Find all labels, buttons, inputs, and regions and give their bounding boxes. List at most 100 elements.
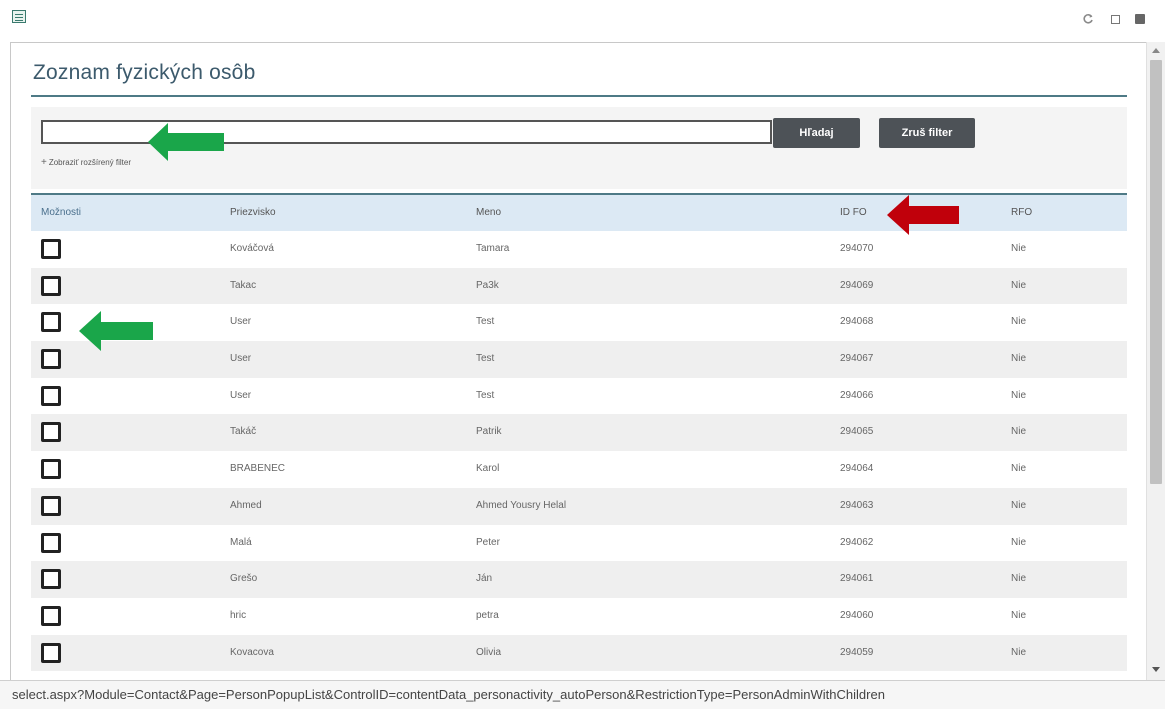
status-bar: select.aspx?Module=Contact&Page=PersonPo… bbox=[0, 680, 1165, 709]
row-checkbox[interactable] bbox=[41, 532, 61, 553]
row-checkbox[interactable] bbox=[41, 385, 61, 406]
restore-icon[interactable] bbox=[1108, 12, 1122, 26]
cell-name: Peter bbox=[476, 536, 500, 548]
green-arrow-annotation bbox=[148, 123, 224, 161]
cell-surname: Takáč bbox=[230, 426, 257, 438]
green-arrow-annotation bbox=[79, 311, 153, 351]
cell-id: 294063 bbox=[840, 499, 874, 511]
table-row[interactable]: hric petra 294060 Nie bbox=[31, 598, 1127, 635]
table-header: Možnosti Priezvisko Meno ID FO RFO bbox=[31, 195, 1127, 231]
table-body: Kováčová Tamara 294070 Nie Takac Pa3k 294069 Ni… bbox=[31, 231, 1127, 672]
table-row[interactable]: Kovacova Olivia 294059 Nie bbox=[31, 634, 1127, 672]
cell-name: Test bbox=[476, 316, 495, 328]
header-name[interactable]: Meno bbox=[476, 207, 501, 218]
cell-surname: User bbox=[230, 353, 252, 365]
page-title: Zoznam fyzických osôb bbox=[33, 61, 256, 84]
cell-name: Olivia bbox=[476, 646, 502, 658]
clear-filter-button[interactable]: Zruš filter bbox=[879, 118, 975, 148]
row-checkbox[interactable] bbox=[41, 605, 61, 626]
cell-id: 294064 bbox=[840, 463, 874, 475]
cell-id: 294069 bbox=[840, 279, 874, 291]
cell-rfo: Nie bbox=[1011, 353, 1027, 365]
cell-id: 294061 bbox=[840, 573, 874, 585]
header-surname[interactable]: Priezvisko bbox=[230, 207, 276, 218]
persons-table: Možnosti Priezvisko Meno ID FO RFO Kováč… bbox=[31, 193, 1127, 672]
cell-name: Karol bbox=[476, 463, 500, 475]
cell-surname: User bbox=[230, 316, 252, 328]
row-checkbox[interactable] bbox=[41, 459, 61, 480]
table-row[interactable]: Ahmed Ahmed Yousry Helal 294063 Nie bbox=[31, 487, 1127, 525]
cell-name: Ján bbox=[476, 573, 493, 585]
row-checkbox[interactable] bbox=[41, 642, 61, 663]
cell-name: Ahmed Yousry Helal bbox=[476, 499, 567, 511]
cell-surname: Kovacova bbox=[230, 646, 274, 658]
cell-rfo: Nie bbox=[1011, 426, 1027, 438]
scroll-up-icon[interactable] bbox=[1152, 48, 1160, 53]
cell-rfo: Nie bbox=[1011, 463, 1027, 475]
app-icon bbox=[12, 10, 26, 23]
cell-name: Test bbox=[476, 389, 495, 401]
cell-name: petra bbox=[476, 609, 499, 621]
cell-surname: Takac bbox=[230, 279, 257, 291]
red-arrow-annotation bbox=[887, 195, 959, 235]
table-row[interactable]: Takac Pa3k 294069 Nie bbox=[31, 267, 1127, 305]
extended-filter-link[interactable]: + Zobraziť rozšírený filter bbox=[41, 157, 131, 168]
cell-rfo: Nie bbox=[1011, 609, 1027, 621]
cell-name: Tamara bbox=[476, 243, 510, 254]
cell-surname: User bbox=[230, 389, 252, 401]
cell-rfo: Nie bbox=[1011, 536, 1027, 548]
row-checkbox[interactable] bbox=[41, 275, 61, 296]
window-titlebar bbox=[0, 0, 1165, 42]
cell-rfo: Nie bbox=[1011, 243, 1027, 254]
table-row[interactable]: Grešo Ján 294061 Nie bbox=[31, 561, 1127, 598]
header-options[interactable]: Možnosti bbox=[41, 207, 81, 218]
row-checkbox[interactable] bbox=[41, 422, 61, 443]
extended-filter-label: Zobraziť rozšírený filter bbox=[48, 158, 131, 167]
vertical-scrollbar[interactable] bbox=[1146, 42, 1165, 680]
search-button[interactable]: Hľadaj bbox=[773, 118, 860, 148]
cell-surname: Malá bbox=[230, 536, 252, 548]
cell-id: 294060 bbox=[840, 609, 874, 621]
row-checkbox[interactable] bbox=[41, 312, 61, 333]
scroll-down-icon[interactable] bbox=[1152, 667, 1160, 672]
table-row[interactable]: Kováčová Tamara 294070 Nie bbox=[31, 231, 1127, 268]
header-id[interactable]: ID FO bbox=[840, 207, 867, 218]
scrollbar-thumb[interactable] bbox=[1150, 60, 1162, 484]
row-checkbox[interactable] bbox=[41, 569, 61, 590]
cell-id: 294062 bbox=[840, 536, 874, 548]
cell-id: 294066 bbox=[840, 389, 874, 401]
cell-surname: Ahmed bbox=[230, 499, 262, 511]
row-checkbox[interactable] bbox=[41, 349, 61, 370]
cell-id: 294070 bbox=[840, 243, 874, 254]
cell-id: 294068 bbox=[840, 316, 874, 328]
cell-id: 294065 bbox=[840, 426, 874, 438]
cell-name: Pa3k bbox=[476, 279, 499, 291]
cell-rfo: Nie bbox=[1011, 389, 1027, 401]
cell-rfo: Nie bbox=[1011, 499, 1027, 511]
title-divider bbox=[31, 95, 1127, 97]
cell-rfo: Nie bbox=[1011, 279, 1027, 291]
row-checkbox[interactable] bbox=[41, 495, 61, 516]
table-row[interactable]: Takáč Patrik 294065 Nie bbox=[31, 414, 1127, 452]
plus-icon: + bbox=[41, 157, 47, 168]
table-row[interactable]: User Test 294066 Nie bbox=[31, 378, 1127, 415]
status-url: select.aspx?Module=Contact&Page=PersonPo… bbox=[12, 687, 885, 702]
cell-rfo: Nie bbox=[1011, 316, 1027, 328]
refresh-icon[interactable] bbox=[1081, 12, 1095, 26]
table-row[interactable]: BRABENEC Karol 294064 Nie bbox=[31, 451, 1127, 488]
cell-surname: Kováčová bbox=[230, 243, 274, 254]
cell-name: Test bbox=[476, 353, 495, 365]
cell-surname: Grešo bbox=[230, 573, 258, 585]
cell-surname: hric bbox=[230, 609, 247, 621]
row-checkbox[interactable] bbox=[41, 239, 61, 259]
table-row[interactable]: User Test 294068 Nie bbox=[31, 304, 1127, 341]
cell-id: 294059 bbox=[840, 646, 874, 658]
table-row[interactable]: Malá Peter 294062 Nie bbox=[31, 525, 1127, 562]
cell-id: 294067 bbox=[840, 353, 874, 365]
popup-frame: Zoznam fyzických osôb Hľadaj Zruš filter… bbox=[10, 42, 1146, 680]
cell-rfo: Nie bbox=[1011, 646, 1027, 658]
table-row[interactable]: User Test 294067 Nie bbox=[31, 341, 1127, 378]
header-rfo[interactable]: RFO bbox=[1011, 207, 1032, 218]
close-icon[interactable] bbox=[1133, 12, 1147, 26]
cell-rfo: Nie bbox=[1011, 573, 1027, 585]
